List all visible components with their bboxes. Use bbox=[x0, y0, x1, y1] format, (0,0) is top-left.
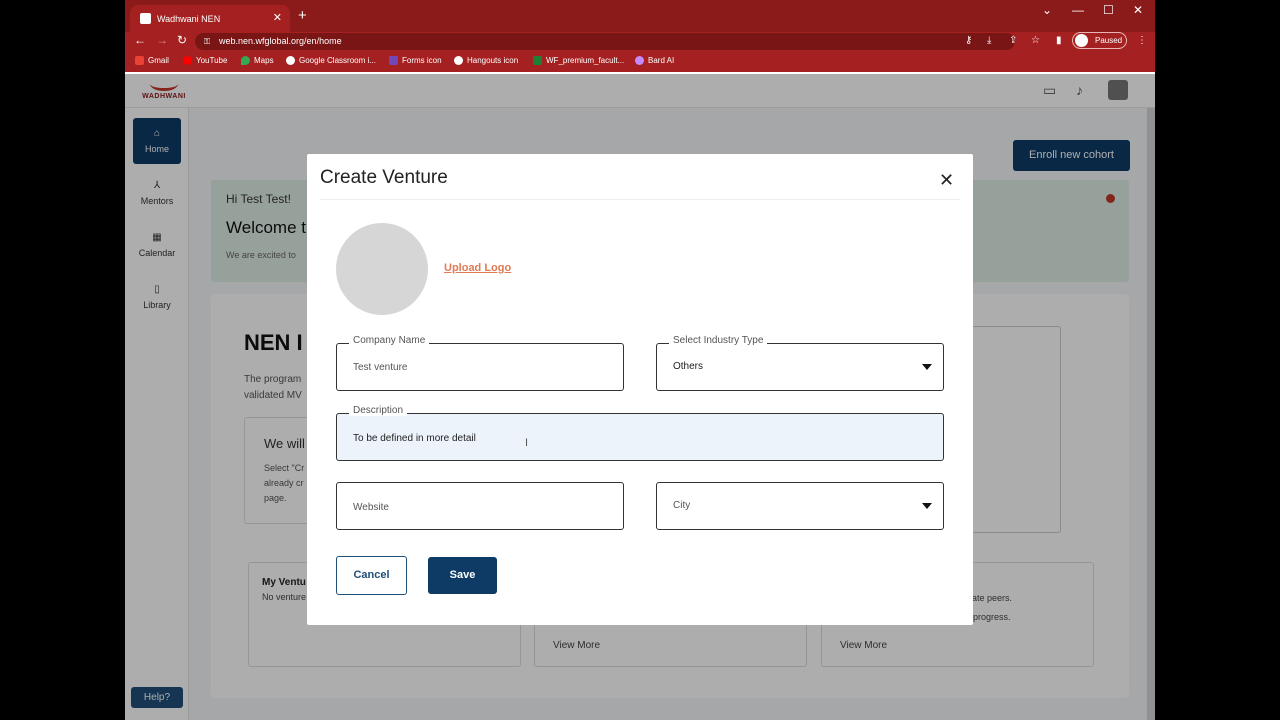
classroom-icon bbox=[286, 56, 295, 65]
bookmark-label: Forms icon bbox=[402, 56, 442, 65]
bookmark-label: Gmail bbox=[148, 56, 169, 65]
bookmarks-bar: Gmail YouTube Maps Google Classroom i...… bbox=[125, 52, 1155, 72]
favicon-icon bbox=[140, 13, 151, 24]
forms-icon bbox=[389, 56, 398, 65]
minimize-icon[interactable]: — bbox=[1072, 3, 1084, 17]
youtube-icon bbox=[183, 56, 192, 65]
profile-button[interactable]: Paused bbox=[1072, 32, 1127, 49]
profile-avatar bbox=[1075, 34, 1088, 47]
share-icon[interactable]: ⇪ bbox=[1009, 35, 1017, 46]
field-value: Others bbox=[673, 361, 704, 372]
address-bar[interactable]: ⚿ web.nen.wfglobal.org/en/home bbox=[195, 33, 1015, 50]
url-text: web.nen.wfglobal.org/en/home bbox=[219, 36, 342, 46]
bookmark-label: Bard AI bbox=[648, 56, 675, 65]
bookmark-classroom[interactable]: Google Classroom i... bbox=[286, 56, 376, 65]
tab-bar: Wadhwani NEN ✕ + ⌄ — ☐ ✕ bbox=[125, 0, 1155, 32]
install-icon[interactable]: ⤓ bbox=[987, 35, 991, 46]
save-button[interactable]: Save bbox=[428, 557, 497, 594]
bookmark-label: YouTube bbox=[196, 56, 228, 65]
bookmark-hangouts[interactable]: Hangouts icon bbox=[454, 56, 518, 65]
gmail-icon bbox=[135, 56, 144, 65]
excel-icon bbox=[533, 56, 542, 65]
reload-icon[interactable]: ↻ bbox=[177, 33, 187, 47]
hangouts-icon bbox=[454, 56, 463, 65]
bookmark-gmail[interactable]: Gmail bbox=[135, 56, 169, 65]
upload-logo-link[interactable]: Upload Logo bbox=[444, 262, 511, 274]
back-icon[interactable]: ← bbox=[134, 33, 146, 47]
field-placeholder: City bbox=[673, 500, 691, 511]
field-value: Test venture bbox=[353, 362, 408, 373]
browser-window: Wadhwani NEN ✕ + ⌄ — ☐ ✕ ← → ↻ ⚿ web.nen… bbox=[125, 0, 1155, 720]
field-label: Company Name bbox=[349, 335, 430, 346]
field-label: Select Industry Type bbox=[669, 335, 768, 346]
dropdown-caret-icon bbox=[922, 503, 932, 509]
field-label: Description bbox=[349, 405, 408, 416]
company-name-field[interactable]: Company Name Test venture bbox=[336, 335, 624, 391]
side-panel-icon[interactable]: ▮ bbox=[1056, 35, 1062, 46]
bookmark-label: Hangouts icon bbox=[467, 56, 519, 65]
dialog-title: Create Venture bbox=[320, 167, 448, 188]
maximize-icon[interactable]: ☐ bbox=[1103, 3, 1114, 17]
window-close-icon[interactable]: ✕ bbox=[1133, 3, 1143, 17]
bookmark-wf-premium[interactable]: WF_premium_facult... bbox=[533, 56, 624, 65]
key-icon[interactable]: ⚷ bbox=[965, 35, 972, 46]
bookmark-bard[interactable]: Bard AI bbox=[635, 56, 674, 65]
dropdown-caret-icon bbox=[922, 364, 932, 370]
bookmark-label: Google Classroom i... bbox=[299, 56, 376, 65]
new-tab-icon[interactable]: + bbox=[298, 7, 307, 24]
create-venture-dialog: Create Venture ✕ Upload Logo Company Nam… bbox=[307, 154, 973, 625]
bookmark-youtube[interactable]: YouTube bbox=[183, 56, 227, 65]
tab-title: Wadhwani NEN bbox=[157, 13, 221, 24]
maps-icon bbox=[241, 56, 250, 65]
profile-status: Paused bbox=[1095, 36, 1123, 45]
text-cursor-icon: I bbox=[525, 437, 529, 449]
browser-toolbar: ← → ↻ ⚿ web.nen.wfglobal.org/en/home ⚷ ⤓… bbox=[125, 32, 1155, 52]
bookmark-star-icon[interactable]: ☆ bbox=[1031, 35, 1040, 46]
dialog-divider bbox=[320, 199, 960, 200]
forward-icon[interactable]: → bbox=[156, 33, 168, 47]
menu-kebab-icon[interactable]: ⋮ bbox=[1137, 35, 1147, 46]
cancel-button[interactable]: Cancel bbox=[336, 556, 407, 595]
bookmark-label: Maps bbox=[254, 56, 274, 65]
tab-close-icon[interactable]: ✕ bbox=[273, 11, 282, 24]
app-page: WADHWANI ▭ ♪ ⌂ Home ⅄ Mentors ▦ Calendar… bbox=[125, 74, 1155, 720]
bookmark-maps[interactable]: Maps bbox=[241, 56, 274, 65]
site-info-icon[interactable]: ⚿ bbox=[204, 33, 210, 50]
website-field[interactable]: Website bbox=[336, 482, 624, 530]
bookmark-forms[interactable]: Forms icon bbox=[389, 56, 442, 65]
city-select[interactable]: City bbox=[656, 482, 944, 530]
close-icon[interactable]: ✕ bbox=[939, 170, 954, 191]
browser-tab[interactable]: Wadhwani NEN ✕ bbox=[130, 5, 290, 32]
bookmark-label: WF_premium_facult... bbox=[546, 56, 625, 65]
field-value: To be defined in more detail bbox=[353, 433, 476, 444]
description-field[interactable]: Description To be defined in more detail… bbox=[336, 405, 944, 461]
bard-icon bbox=[635, 56, 644, 65]
industry-type-select[interactable]: Select Industry Type Others bbox=[656, 335, 944, 391]
tab-search-icon[interactable]: ⌄ bbox=[1042, 3, 1052, 17]
logo-placeholder bbox=[336, 223, 428, 315]
field-placeholder: Website bbox=[353, 502, 389, 513]
